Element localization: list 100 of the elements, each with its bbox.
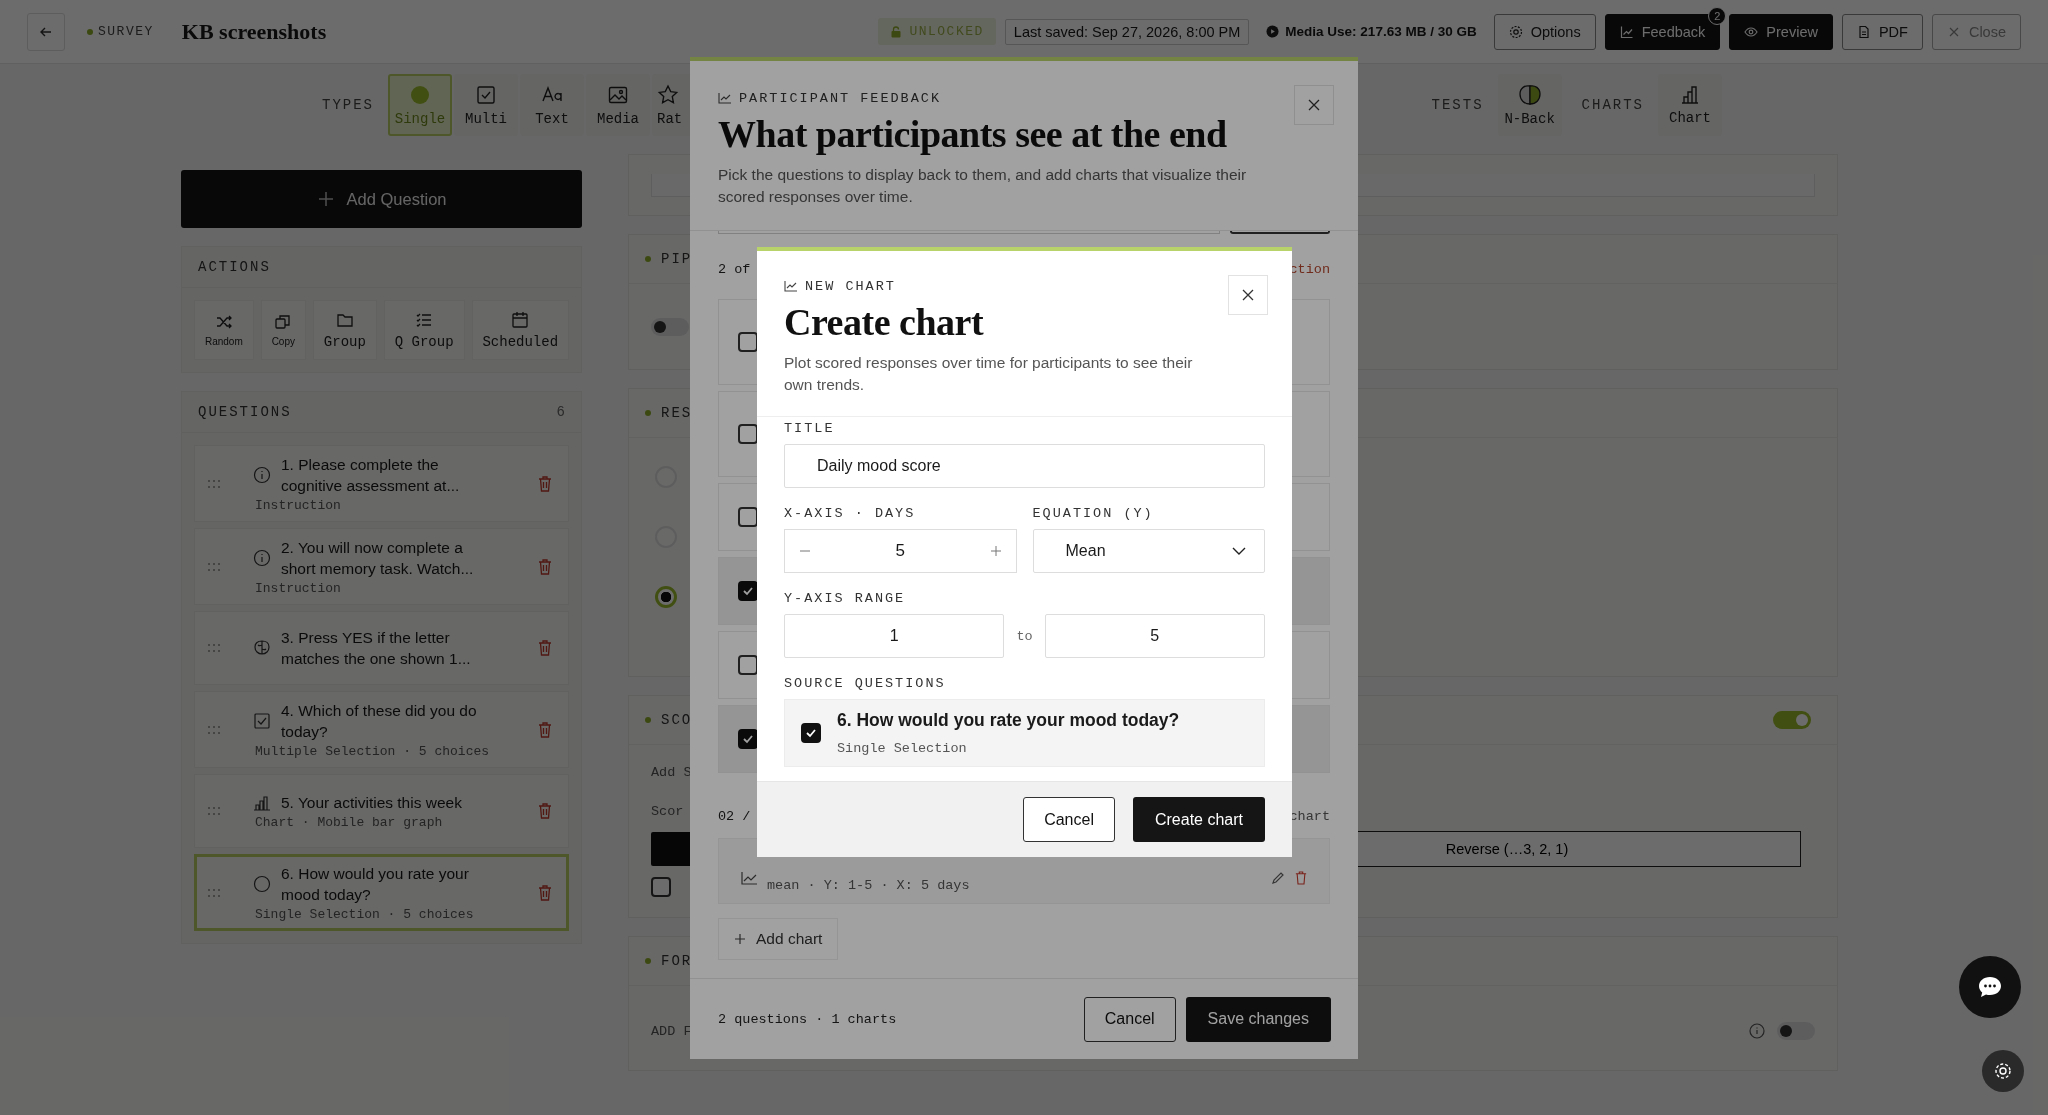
trash-icon[interactable] [538, 640, 552, 656]
equation-dropdown[interactable]: Mean [1032, 529, 1265, 573]
checkbox-icon [253, 712, 271, 730]
dialog-title: What participants see at the end [718, 112, 1228, 156]
save-button[interactable]: Save changes [1185, 996, 1331, 1042]
y-min-field[interactable]: 1 [784, 614, 1005, 658]
question-item[interactable]: 3. Press YES if the letter matches the one shown 1... [194, 611, 569, 685]
info-icon[interactable] [1749, 1023, 1765, 1039]
close-icon [1307, 98, 1321, 112]
survey-title: KB screenshots [181, 18, 327, 45]
back-button[interactable] [27, 12, 65, 51]
line-chart-icon [741, 871, 757, 885]
toggle-switch[interactable] [651, 317, 689, 336]
checkbox[interactable] [738, 424, 758, 444]
cancel-button[interactable]: Cancel [1083, 996, 1176, 1042]
circle-icon [253, 875, 271, 893]
question-title: 2. You will now complete a short memory task. Watch... [281, 538, 475, 579]
last-saved-label: Last saved: Sep 27, 2026, 8:00 PM [1004, 18, 1250, 45]
close-button[interactable] [1294, 85, 1334, 125]
selection-count: 2 of [718, 262, 751, 277]
question-item[interactable]: 4. Which of these did you do today? Multiple Selection · 5 choices [194, 691, 569, 768]
info-icon [253, 466, 271, 484]
question-item[interactable]: 1. Please complete the cognitive assessment at... Instruction [194, 445, 569, 522]
info-icon [253, 549, 271, 567]
field-label: X-AXIS · DAYS [784, 506, 917, 521]
settings-button[interactable] [1982, 1050, 2024, 1092]
selection-summary: 2 questions · 1 charts [718, 1011, 897, 1027]
question-item[interactable]: 6. How would you rate your mood today? Single Selection · 5 choices [194, 854, 569, 931]
question-item[interactable]: 5. Your activities this week Chart · Mobile bar graph [194, 774, 569, 848]
drag-handle-icon[interactable] [207, 724, 221, 735]
plus-icon[interactable] [989, 545, 1002, 557]
pencil-icon[interactable] [1271, 871, 1285, 885]
question-meta: Multiple Selection · 5 choices [255, 744, 491, 759]
panel-title: ACTIONS [198, 259, 271, 275]
create-chart-button[interactable]: Create chart [1132, 797, 1265, 842]
input-field[interactable] [718, 231, 1220, 234]
drag-handle-icon[interactable] [207, 643, 221, 653]
question-title: 5. Your activities this week [281, 793, 463, 813]
trash-icon[interactable] [538, 475, 552, 492]
panel-title: QUESTIONS [198, 404, 292, 420]
shuffle-icon [214, 313, 233, 331]
trash-icon[interactable] [538, 558, 552, 575]
checkbox[interactable] [738, 729, 758, 749]
source-question-option[interactable]: 6. How would you rate your mood today? Single Selection [784, 699, 1265, 767]
question-title: 1. Please complete the cognitive assessment at... [281, 455, 461, 496]
pdf-button[interactable]: PDF [1841, 13, 1923, 50]
field-label: EQUATION (Y) [1032, 506, 1155, 521]
checkbox[interactable] [738, 655, 758, 675]
drag-handle-icon[interactable] [207, 887, 221, 898]
question-title: 6. How would you rate your mood today? [837, 710, 1180, 731]
section-label: SURVEY [98, 24, 154, 39]
checkbox[interactable] [738, 332, 758, 352]
play-icon [1266, 25, 1280, 38]
radio-button[interactable] [655, 586, 677, 608]
checkbox[interactable] [801, 723, 821, 743]
preview-button[interactable]: Preview [1729, 13, 1833, 50]
days-stepper[interactable]: 5 [784, 529, 1017, 573]
eye-icon [1744, 24, 1759, 39]
title-field[interactable]: Daily mood score [784, 444, 1265, 488]
trash-icon[interactable] [538, 803, 552, 819]
star-icon [657, 83, 679, 106]
toggle-switch[interactable] [1773, 711, 1811, 729]
panel-title: RES [661, 405, 693, 421]
lock-icon [890, 25, 903, 38]
dialog-description: Plot scored responses over time for participants to see their own trends. [784, 353, 1194, 395]
trash-icon[interactable] [1295, 871, 1307, 885]
question-type-button[interactable]: Single [388, 74, 452, 136]
close-icon [1241, 288, 1255, 302]
question-title: 3. Press YES if the letter matches the one shown 1... [281, 628, 472, 669]
checkbox[interactable] [651, 877, 671, 897]
cancel-button[interactable]: Cancel [1023, 797, 1115, 842]
question-meta: Instruction [255, 581, 342, 596]
document-icon [1856, 24, 1871, 39]
question-meta: Chart · Mobile bar graph [255, 815, 444, 830]
drag-handle-icon[interactable] [207, 561, 221, 572]
trash-icon[interactable] [538, 884, 552, 901]
charts-count: 02 / [718, 809, 751, 824]
trash-icon[interactable] [538, 721, 552, 738]
charts-label: CHARTS [1581, 97, 1644, 113]
drag-handle-icon[interactable] [207, 806, 221, 816]
toggle-switch[interactable] [1777, 1022, 1815, 1040]
y-max-field[interactable]: 5 [1044, 614, 1265, 658]
panel-title: SCO [661, 712, 693, 728]
drag-handle-icon[interactable] [207, 478, 221, 489]
plus-icon [316, 190, 335, 208]
question-item[interactable]: 2. You will now complete a short memory task. Watch... Instruction [194, 528, 569, 605]
question-title: 6. How would you rate your mood today? [281, 864, 470, 905]
question-count: 6 [556, 404, 565, 420]
field-label: SOURCE QUESTIONS [784, 676, 947, 691]
range-separator: to [1016, 628, 1033, 644]
notification-badge: 2 [1708, 6, 1727, 25]
add-chart-button[interactable]: Add chart [718, 918, 839, 960]
field-label: Scor [651, 804, 684, 819]
add-question-button[interactable]: Add Question [181, 170, 582, 228]
close-button[interactable] [1228, 275, 1268, 315]
dialog-title: Create chart [784, 300, 985, 344]
outline-button[interactable] [1230, 231, 1330, 234]
checkbox[interactable] [738, 507, 758, 527]
checkbox[interactable] [738, 581, 758, 601]
options-button[interactable]: Options [1493, 13, 1596, 50]
